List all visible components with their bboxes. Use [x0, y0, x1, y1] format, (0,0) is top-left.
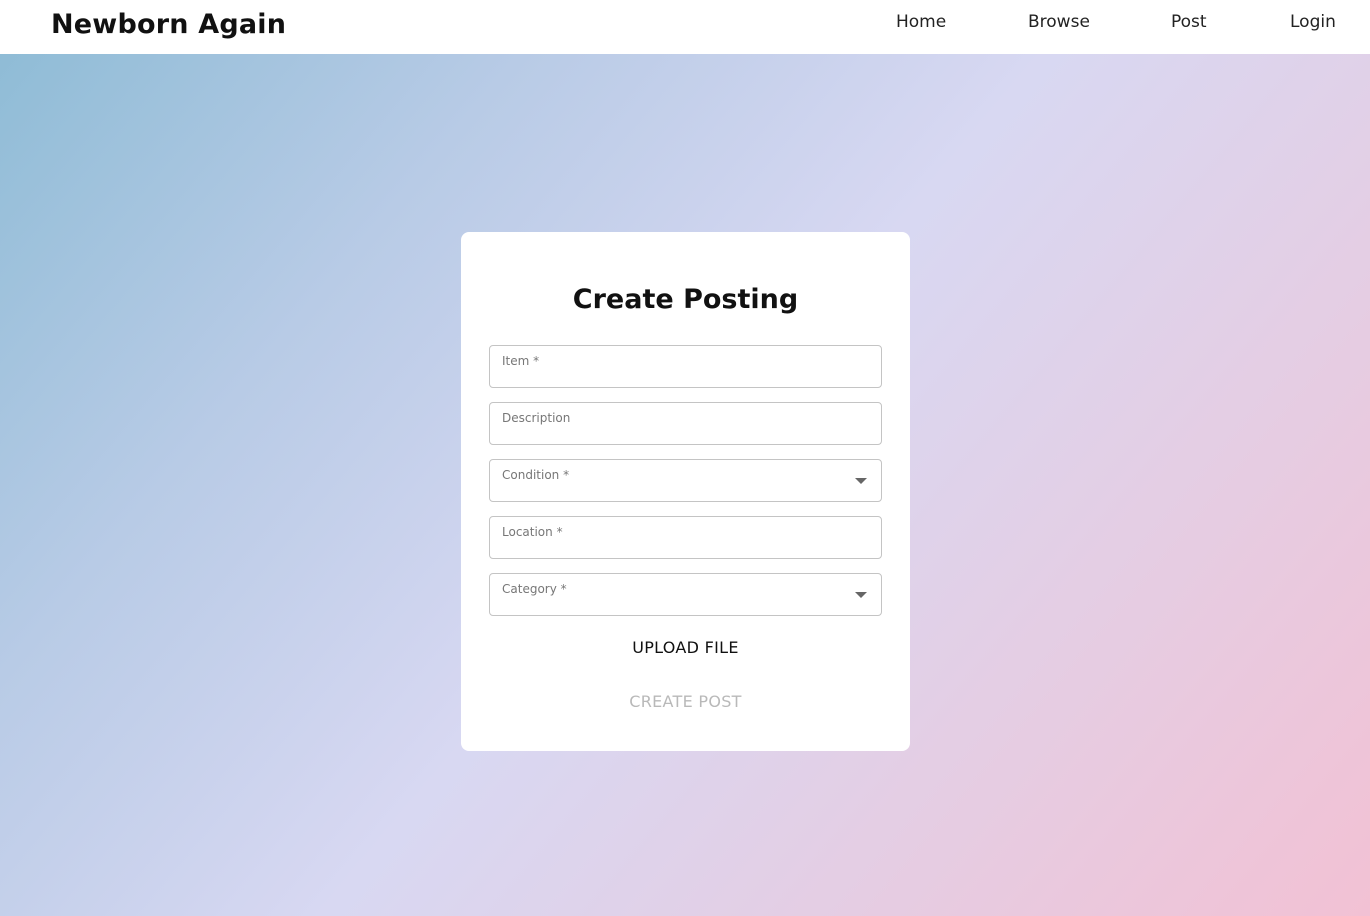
location-input[interactable]: Location *: [489, 516, 882, 559]
chevron-down-icon: [855, 592, 867, 598]
create-posting-card: Create Posting Item * Description Condit…: [461, 232, 910, 751]
condition-select[interactable]: Condition *: [489, 459, 882, 502]
description-label: Description: [502, 411, 571, 425]
create-post-label: CREATE POST: [629, 692, 742, 711]
top-navbar: Newborn Again Home Browse Post Login: [0, 0, 1370, 54]
location-label: Location *: [502, 525, 563, 539]
chevron-down-icon: [855, 478, 867, 484]
condition-label: Condition *: [502, 468, 570, 482]
item-input[interactable]: Item *: [489, 345, 882, 388]
create-post-button[interactable]: CREATE POST: [461, 692, 910, 711]
nav-link-browse[interactable]: Browse: [1028, 12, 1090, 32]
category-label: Category *: [502, 582, 567, 596]
nav-link-login[interactable]: Login: [1290, 12, 1336, 32]
nav-link-home[interactable]: Home: [896, 12, 946, 32]
brand-logo[interactable]: Newborn Again: [51, 9, 286, 40]
item-label: Item *: [502, 354, 540, 368]
description-input[interactable]: Description: [489, 402, 882, 445]
nav-link-post[interactable]: Post: [1171, 12, 1207, 32]
page-title: Create Posting: [572, 284, 799, 315]
upload-file-label: UPLOAD FILE: [632, 638, 739, 657]
category-select[interactable]: Category *: [489, 573, 882, 616]
upload-file-button[interactable]: UPLOAD FILE: [461, 638, 910, 657]
